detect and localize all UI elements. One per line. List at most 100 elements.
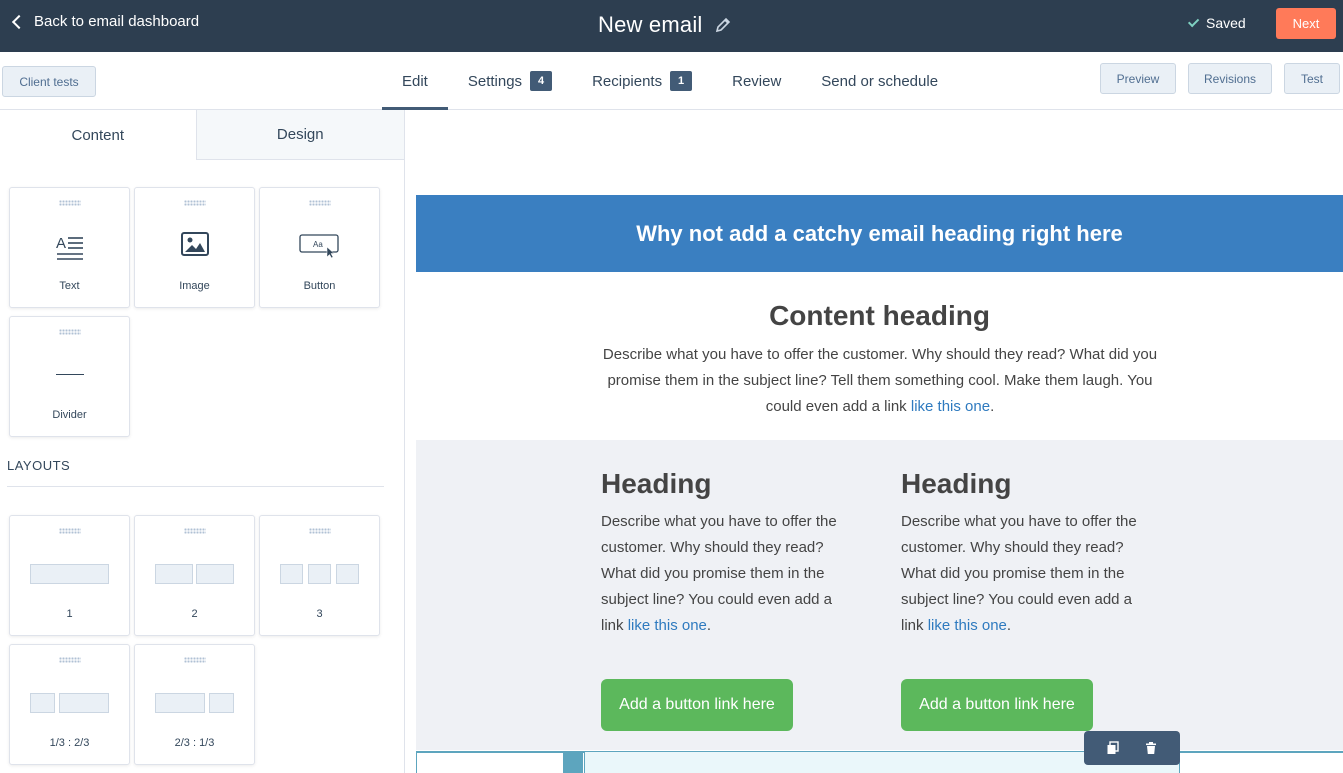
layout-column-block [308,564,331,584]
column-2-paragraph[interactable]: Describe what you have to offer the cust… [901,509,1141,639]
drag-grip-icon [58,329,81,335]
module-image-label: Image [179,280,210,292]
layout-column-block [209,693,234,713]
tab-review[interactable]: Review [712,52,801,110]
text-icon: A [56,232,84,265]
tab-settings[interactable]: Settings 4 [448,52,572,110]
tab-settings-label: Settings [467,72,523,90]
tab-edit-label: Edit [402,72,428,90]
saved-status: Saved [1187,15,1246,31]
check-icon [1187,15,1200,28]
svg-text:A: A [56,235,66,252]
layout-column-block [196,564,234,584]
layout-13-23-label: 1/3 : 2/3 [49,737,90,749]
column-1-text: Describe what you have to offer the cust… [601,513,837,634]
layout-column-block [155,564,193,584]
column-2-cta-button[interactable]: Add a button link here [901,679,1093,731]
layout-1-column[interactable]: 1 [9,515,130,636]
column-2-heading[interactable]: Heading [901,468,1011,500]
pencil-icon[interactable] [715,17,731,33]
drag-grip-icon [58,657,81,663]
layout-two-thirds-one-third[interactable]: 2/3 : 1/3 [134,644,255,765]
column-1-link[interactable]: like this one [628,617,707,634]
tab-send-label: Send or schedule [821,72,939,90]
column-1-heading[interactable]: Heading [601,468,711,500]
tab-edit[interactable]: Edit [382,52,448,110]
drag-grip-icon [183,200,206,206]
top-bar: Back to email dashboard New email Saved … [0,0,1343,52]
module-image[interactable]: Image [134,187,255,308]
preview-button[interactable]: Preview [1100,63,1176,94]
two-column-section: Heading Describe what you have to offer … [416,440,1343,750]
email-title: New email [598,12,703,37]
layout-one-third-two-thirds[interactable]: 1/3 : 2/3 [9,644,130,765]
svg-text:Aa: Aa [313,240,323,249]
layouts-heading: LAYOUTS [7,458,71,473]
content-text: Describe what you have to offer the cust… [602,346,1158,415]
content-heading[interactable]: Content heading [416,300,1343,332]
column-2-text: Describe what you have to offer the cust… [901,513,1137,634]
trash-icon[interactable] [1144,741,1158,755]
column-2-text-end: . [1006,617,1012,634]
column-2-link[interactable]: like this one [928,617,1007,634]
layout-column-block [155,693,205,713]
section-drag-handle[interactable] [563,751,583,773]
column-1-cta-button[interactable]: Add a button link here [601,679,793,731]
client-tests-button[interactable]: Client tests [2,66,96,97]
drag-grip-icon [183,657,206,663]
panel-tabs: Content Design [0,110,404,160]
next-button[interactable]: Next [1276,8,1336,39]
content-paragraph[interactable]: Describe what you have to offer the cust… [595,342,1165,420]
tab-send-or-schedule[interactable]: Send or schedule [801,52,958,110]
drag-grip-icon [183,528,206,534]
layouts-divider [7,486,384,487]
module-button[interactable]: Aa Button [259,187,380,308]
content-text-end: . [990,398,995,415]
divider-icon [55,374,84,375]
button-icon: Aa [298,234,341,263]
saved-label: Saved [1206,15,1246,31]
column-1-text-end: . [706,617,712,634]
editor-tabs: Edit Settings 4 Recipients 1 Review Send… [382,52,958,110]
layout-3-columns[interactable]: 3 [259,515,380,636]
layout-column-block [30,564,109,584]
clone-icon[interactable] [1106,741,1120,755]
module-divider-label: Divider [52,409,87,421]
drag-grip-icon [308,200,331,206]
test-button[interactable]: Test [1284,63,1340,94]
tab-review-label: Review [732,72,782,90]
hero-heading[interactable]: Why not add a catchy email heading right… [416,195,1343,272]
email-title-area: New email [598,12,731,38]
module-divider[interactable]: Divider [9,316,130,437]
layout-column-block [280,564,303,584]
layout-2-label: 2 [191,608,198,620]
column-1-paragraph[interactable]: Describe what you have to offer the cust… [601,509,841,639]
tab-design[interactable]: Design [195,110,404,160]
drag-grip-icon [58,200,81,206]
modules-panel: Content Design A Text Image Aa Button Di… [0,110,405,773]
module-toolbar [1084,731,1180,765]
drag-grip-icon [58,528,81,534]
settings-count-badge: 4 [530,71,553,91]
editor-toolbar: Client tests Edit Settings 4 Recipients … [0,52,1343,110]
module-button-label: Button [303,280,336,292]
layout-3-label: 3 [316,608,323,620]
revisions-button[interactable]: Revisions [1188,63,1272,94]
module-text[interactable]: A Text [9,187,130,308]
back-label: Back to email dashboard [34,13,200,30]
layout-23-13-label: 2/3 : 1/3 [174,737,215,749]
content-link[interactable]: like this one [911,398,990,415]
image-icon [180,232,209,261]
drag-grip-icon [308,528,331,534]
tab-recipients[interactable]: Recipients 1 [572,52,712,110]
layout-column-block [59,693,109,713]
tab-recipients-label: Recipients [592,72,663,90]
layout-2-columns[interactable]: 2 [134,515,255,636]
chevron-left-icon [11,14,27,29]
email-canvas: Why not add a catchy email heading right… [405,110,1343,773]
tab-content[interactable]: Content [0,110,196,160]
layout-column-block [336,564,359,584]
back-to-dashboard-link[interactable]: Back to email dashboard [10,13,199,30]
layout-column-block [30,693,55,713]
recipients-count-badge: 1 [670,71,693,91]
